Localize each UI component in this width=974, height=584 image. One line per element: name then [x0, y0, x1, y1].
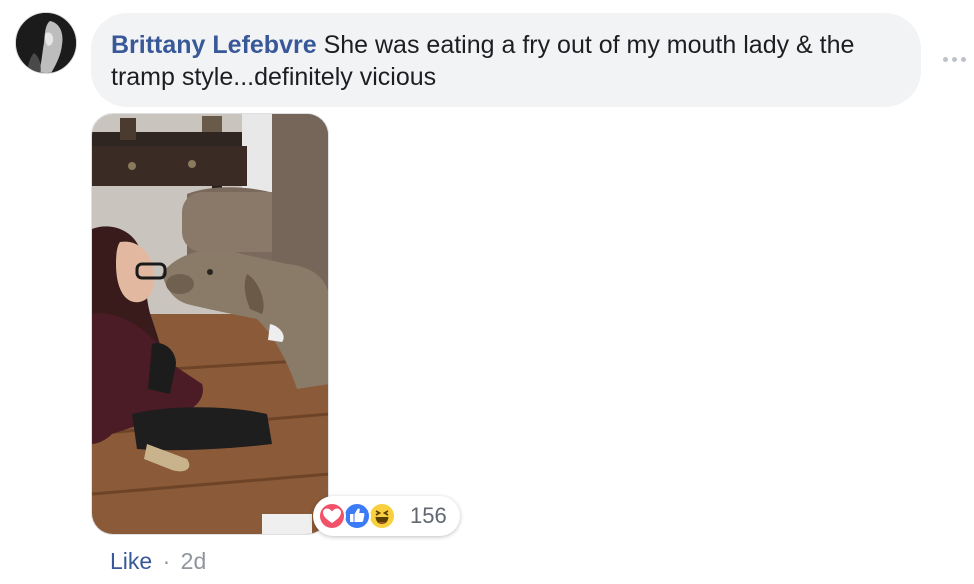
reactions-summary[interactable]: 156 — [313, 496, 460, 536]
comment-actions: Like · 2d — [110, 547, 206, 575]
comment-bubble: Brittany Lefebvre She was eating a fry o… — [91, 13, 921, 107]
comment-author-link[interactable]: Brittany Lefebvre — [111, 31, 317, 59]
comment-photo[interactable] — [91, 113, 329, 535]
reaction-count: 156 — [410, 503, 447, 528]
separator: · — [162, 548, 171, 574]
more-options-icon[interactable] — [941, 52, 967, 66]
haha-icon — [368, 502, 396, 530]
like-button[interactable]: Like — [110, 548, 152, 574]
timestamp-link[interactable]: 2d — [181, 548, 207, 574]
like-icon — [343, 502, 371, 530]
avatar[interactable] — [15, 12, 77, 74]
love-icon — [318, 502, 346, 530]
